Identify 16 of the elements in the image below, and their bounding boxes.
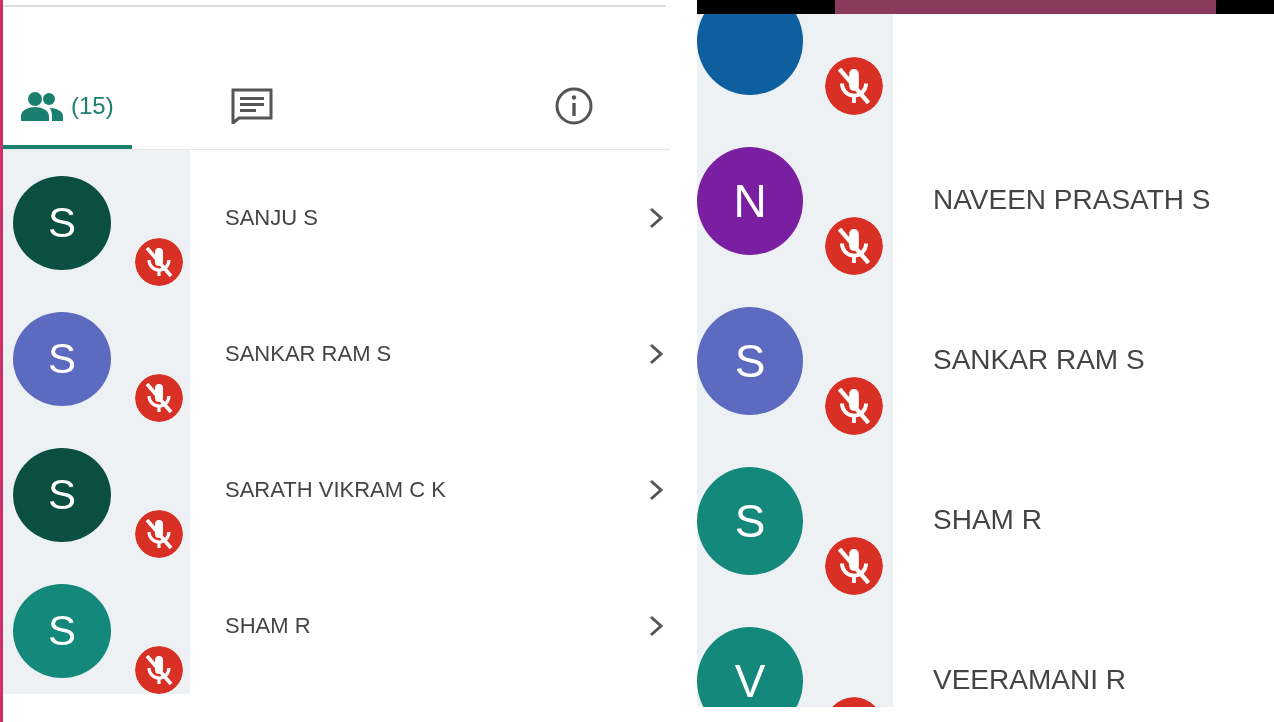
participant-name[interactable]: SANJU S [225, 205, 646, 231]
participant-name[interactable]: SHAM R [933, 504, 1042, 536]
participant-name[interactable]: SANKAR RAM S [225, 341, 646, 367]
avatar: N [697, 147, 803, 255]
avatar: S [697, 467, 803, 575]
avatar: S [697, 307, 803, 415]
participant-name[interactable]: SANKAR RAM S [933, 344, 1145, 376]
participant-name[interactable]: SHAM R [225, 613, 646, 639]
participant-name[interactable]: SARATH VIKRAM C K [225, 477, 646, 503]
avatar: S [13, 584, 111, 678]
avatar: S [13, 448, 111, 542]
avatar: S [13, 176, 111, 270]
participant-name[interactable]: VEERAMANI R [933, 664, 1126, 696]
participant-name[interactable]: NAVEEN PRASATH S [933, 184, 1211, 216]
avatar: S [13, 312, 111, 406]
avatar: V [697, 627, 803, 707]
